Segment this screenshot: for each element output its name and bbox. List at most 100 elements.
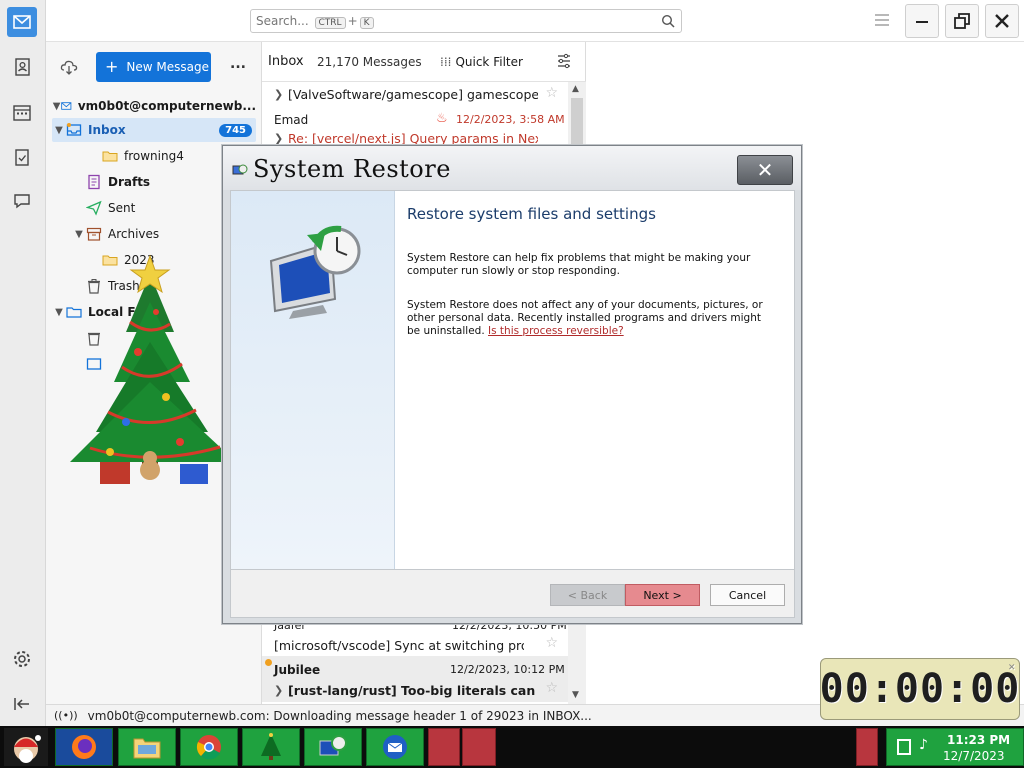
- folder-inbox[interactable]: ▼ Inbox 745: [52, 118, 256, 142]
- minimize-icon: [916, 21, 928, 23]
- gear-icon: [14, 651, 30, 667]
- computer-restore-icon: [269, 225, 361, 319]
- thunderbird-icon: [383, 735, 407, 759]
- inbox-icon: [66, 123, 82, 136]
- chevron-down-icon: ▼: [55, 124, 63, 136]
- scroll-down-arrow[interactable]: ▼: [572, 690, 579, 700]
- message-count: 21,170 Messages: [317, 55, 422, 69]
- system-restore-dialog: System Restore ✕ Restore system files an…: [222, 145, 802, 624]
- sent-icon: [86, 200, 102, 216]
- message-subject: Re: [vercel/next.js] Query params in Nex…: [288, 131, 538, 146]
- countdown-timer-widget[interactable]: 00:00:00 ✕: [820, 658, 1020, 720]
- taskbar-firefox[interactable]: [55, 728, 113, 766]
- reversible-help-link[interactable]: Is this process reversible?: [488, 325, 624, 337]
- folder-label: Sent: [108, 201, 136, 215]
- message-row[interactable]: Jubilee 12/2/2023, 10:12 PM ❯ [rust-lang…: [262, 656, 568, 702]
- dialog-titlebar[interactable]: System Restore ✕: [223, 146, 801, 190]
- taskbar-chrome[interactable]: [180, 728, 238, 766]
- message-subject: [rust-lang/rust] Too-big literals can b.…: [288, 683, 538, 698]
- chevron-down-icon: ▼: [75, 228, 83, 240]
- plus-icon: +: [105, 57, 119, 76]
- taskbar-item-red-2[interactable]: [462, 728, 496, 766]
- tree-icon: [261, 733, 281, 760]
- minimize-button[interactable]: [905, 4, 939, 38]
- dialog-paragraph-1: System Restore can help fix problems tha…: [407, 252, 751, 277]
- search-icon: [661, 14, 675, 28]
- message-row[interactable]: ❯ [ValveSoftware/gamescope] gamescope...…: [262, 82, 568, 108]
- timer-display: 00:00:00: [819, 666, 1021, 712]
- message-subject: [ValveSoftware/gamescope] gamescope...: [288, 87, 538, 102]
- chevron-right-icon: ❯: [274, 684, 284, 697]
- chat-icon: [14, 194, 30, 209]
- clock-time[interactable]: 11:23 PM: [947, 733, 1010, 747]
- restore-icon: [954, 13, 970, 29]
- volume-icon[interactable]: ♪: [919, 737, 928, 753]
- tasks-button[interactable]: [7, 142, 37, 172]
- dialog-heading: Restore system files and settings: [407, 205, 656, 223]
- close-icon[interactable]: ✕: [1008, 660, 1016, 673]
- back-button[interactable]: < Back: [550, 584, 625, 606]
- network-icon[interactable]: [897, 739, 911, 755]
- star-icon[interactable]: ☆: [545, 635, 558, 651]
- start-button[interactable]: [4, 728, 48, 766]
- scroll-up-arrow[interactable]: ▲: [572, 84, 579, 94]
- address-book-button[interactable]: [7, 52, 37, 82]
- clock-date[interactable]: 12/7/2023: [943, 749, 1005, 763]
- close-window-button[interactable]: [985, 4, 1019, 38]
- collapse-toolbar-button[interactable]: [7, 689, 37, 719]
- taskbar-file-explorer[interactable]: [118, 728, 176, 766]
- mail-space-button[interactable]: [7, 7, 37, 37]
- message-sender: Emad: [274, 113, 309, 127]
- online-status-icon[interactable]: ((•)): [54, 709, 78, 722]
- folder-title: Inbox: [268, 54, 304, 69]
- folder-pane-more-button[interactable]: ...: [230, 56, 246, 72]
- unread-count-badge: 745: [219, 123, 252, 137]
- taskbar-system-restore[interactable]: [304, 728, 362, 766]
- folder-label: Inbox: [88, 123, 126, 137]
- message-date: 12/2/2023, 3:58 AM: [456, 113, 565, 126]
- taskbar-christmas-tree-app[interactable]: [242, 728, 300, 766]
- star-icon[interactable]: ☆: [545, 680, 558, 696]
- taskbar-thunderbird[interactable]: [366, 728, 424, 766]
- folder-label: Archives: [108, 227, 160, 241]
- status-text: vm0b0t@computernewb.com: Downloading mes…: [87, 708, 592, 723]
- settings-button[interactable]: [7, 644, 37, 674]
- star-icon[interactable]: ☆: [545, 85, 558, 101]
- message-subject: [microsoft/vscode] Sync at switching pro…: [274, 638, 524, 653]
- quick-filter-button[interactable]: ⁞⁞⁞ Quick Filter: [440, 55, 523, 69]
- kbd-plus: +: [347, 14, 358, 28]
- folder-icon: [102, 151, 118, 162]
- folder-label: Drafts: [108, 175, 151, 189]
- mail-icon: [13, 15, 31, 29]
- cancel-button[interactable]: Cancel: [710, 584, 785, 606]
- calendar-button[interactable]: [7, 97, 37, 127]
- close-icon: ✕: [756, 158, 774, 182]
- new-message-button[interactable]: + New Message: [96, 52, 211, 82]
- display-options-icon[interactable]: [556, 53, 572, 69]
- dialog-title: System Restore: [253, 155, 451, 183]
- new-message-label: New Message: [126, 60, 209, 74]
- chrome-icon: [196, 735, 221, 760]
- drafts-icon: [88, 174, 100, 190]
- next-button[interactable]: Next >: [625, 584, 700, 606]
- archive-icon: [86, 227, 102, 241]
- santa-start-icon: [14, 735, 41, 763]
- account-row[interactable]: ▼ vm0b0t@computernewb...: [52, 94, 256, 118]
- chevron-right-icon: ❯: [274, 132, 284, 145]
- message-list-header: Inbox 21,170 Messages ⁞⁞⁞ Quick Filter: [262, 42, 586, 82]
- flame-icon: ♨: [436, 111, 448, 126]
- taskbar-item-red-1[interactable]: [428, 728, 460, 766]
- app-menu-icon[interactable]: [874, 13, 890, 27]
- dialog-close-button[interactable]: ✕: [737, 155, 793, 185]
- collapse-arrow-icon: [14, 698, 29, 710]
- account-mail-icon: [61, 102, 72, 110]
- taskbar-item-red-3[interactable]: [856, 728, 878, 766]
- search-input[interactable]: Search... CTRL + K: [250, 9, 682, 33]
- firefox-icon: [72, 735, 96, 759]
- dialog-footer: < Back Next > Cancel: [230, 570, 795, 618]
- dialog-paragraph-2: System Restore does not affect any of yo…: [407, 299, 763, 338]
- get-messages-icon[interactable]: [60, 58, 78, 76]
- chat-button[interactable]: [7, 186, 37, 216]
- search-placeholder: Search...: [256, 14, 309, 28]
- restore-button[interactable]: [945, 4, 979, 38]
